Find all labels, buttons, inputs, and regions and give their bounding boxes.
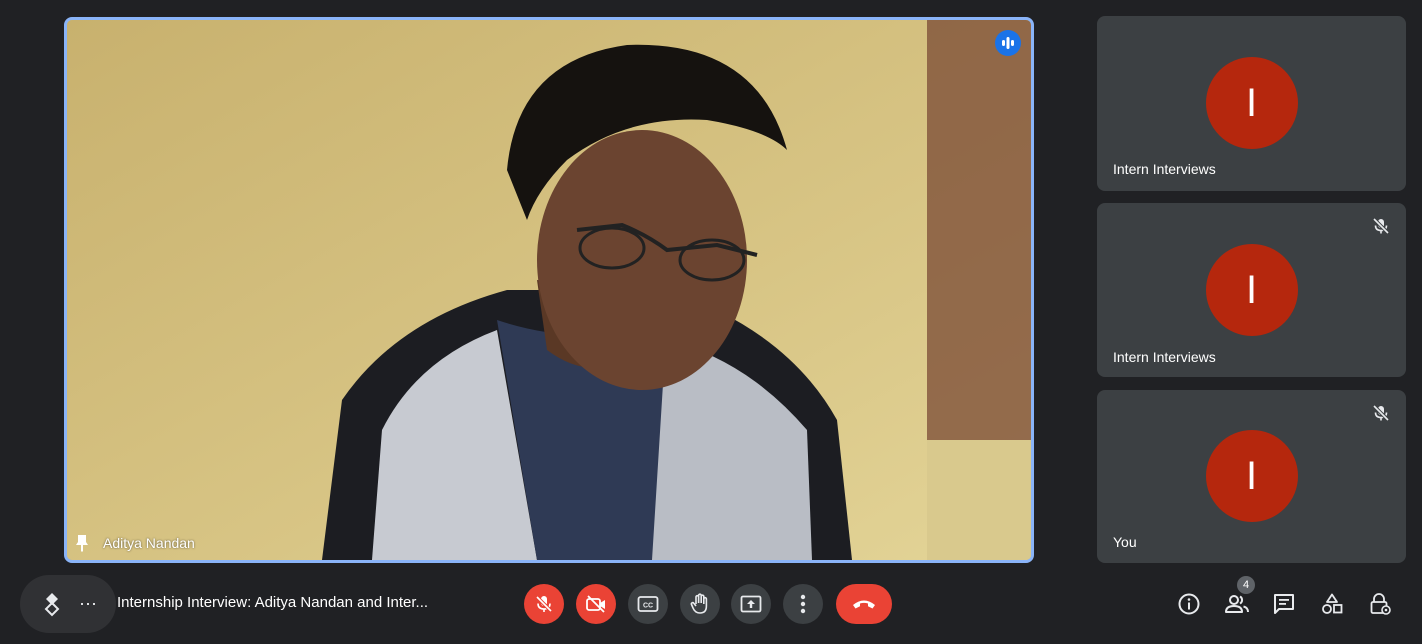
participant-name-tag: Aditya Nandan (75, 534, 195, 552)
participant-name: Intern Interviews (1113, 349, 1216, 365)
activities-icon (1322, 593, 1343, 614)
end-call-icon (853, 600, 875, 609)
info-icon (1178, 593, 1200, 615)
mic-off-icon (535, 595, 553, 613)
participant-tile[interactable]: I Intern Interviews (1097, 203, 1406, 377)
participant-video-feed (67, 20, 1031, 560)
people-icon (1225, 595, 1249, 613)
captions-icon: CC (637, 596, 659, 612)
host-controls-icon (1370, 593, 1391, 615)
more-vert-icon (800, 594, 806, 614)
avatar: I (1205, 57, 1298, 149)
participant-tile[interactable]: I Intern Interviews (1097, 16, 1406, 191)
self-tile[interactable]: I You (1097, 390, 1406, 563)
participant-name: Aditya Nandan (103, 535, 195, 551)
camera-toggle-button[interactable] (576, 584, 616, 624)
host-controls-button[interactable] (1366, 590, 1394, 618)
participant-name: You (1113, 534, 1137, 550)
companion-icon[interactable] (39, 591, 65, 617)
activities-button[interactable] (1318, 590, 1346, 618)
svg-text:CC: CC (643, 603, 653, 610)
meeting-title: Internship Interview: Aditya Nandan and … (117, 594, 429, 611)
mic-off-icon (1372, 404, 1390, 422)
mic-toggle-button[interactable] (524, 584, 564, 624)
meeting-details-button[interactable] (1175, 590, 1203, 618)
raise-hand-icon (690, 593, 708, 614)
mic-off-icon (1372, 217, 1390, 235)
participant-name: Intern Interviews (1113, 161, 1216, 177)
main-video-tile[interactable]: Aditya Nandan (64, 17, 1034, 563)
chat-icon (1274, 594, 1294, 614)
more-options-icon[interactable]: ⋯ (79, 594, 97, 615)
more-options-button[interactable] (783, 584, 823, 624)
present-screen-icon (740, 595, 762, 613)
speaking-indicator-icon (995, 30, 1021, 56)
participants-count-badge: 4 (1237, 576, 1255, 594)
people-button[interactable] (1223, 590, 1251, 618)
chat-button[interactable] (1270, 590, 1298, 618)
companion-pill[interactable]: ⋯ (20, 575, 116, 633)
raise-hand-button[interactable] (680, 584, 720, 624)
end-call-button[interactable] (836, 584, 892, 624)
captions-button[interactable]: CC (628, 584, 668, 624)
present-screen-button[interactable] (731, 584, 771, 624)
pin-icon[interactable] (75, 534, 89, 552)
avatar: I (1205, 430, 1298, 522)
avatar: I (1205, 244, 1298, 336)
camera-off-icon (586, 595, 605, 613)
